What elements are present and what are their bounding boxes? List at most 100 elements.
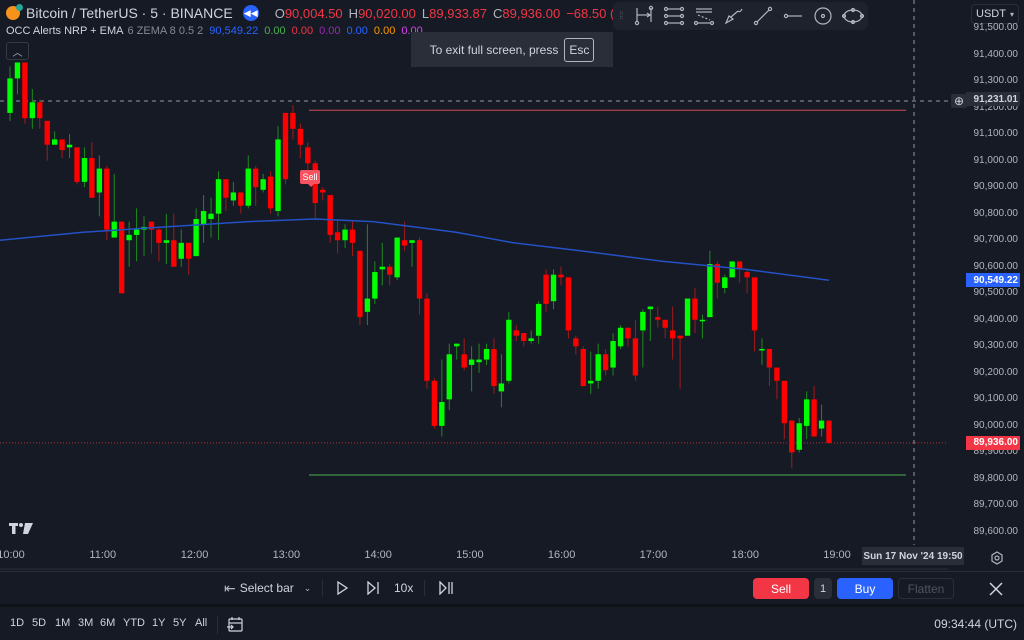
candle-body bbox=[640, 311, 646, 331]
candle-body bbox=[44, 120, 50, 145]
candle bbox=[439, 359, 445, 437]
candle bbox=[476, 343, 482, 373]
candle-body bbox=[506, 319, 512, 381]
parallel-channel-icon[interactable] bbox=[659, 4, 689, 28]
price-tick-label: 89,700.00 bbox=[973, 499, 1019, 511]
candle-body bbox=[96, 168, 103, 193]
close-replay-icon[interactable] bbox=[986, 579, 1006, 599]
candle bbox=[781, 380, 788, 440]
time-tick-label: 11:00 bbox=[89, 549, 117, 561]
tradingview-logo[interactable] bbox=[9, 523, 33, 535]
indicator-value: 0.00 bbox=[373, 25, 396, 37]
candle-body bbox=[498, 383, 505, 392]
range-button-ytd[interactable]: YTD bbox=[123, 617, 145, 629]
candle bbox=[349, 221, 356, 257]
range-button-5d[interactable]: 5D bbox=[32, 617, 46, 629]
candle-body bbox=[439, 402, 445, 426]
play-button[interactable] bbox=[336, 578, 348, 598]
candle bbox=[148, 221, 155, 254]
last-price-label: 89,936.00 bbox=[966, 435, 1020, 450]
candle bbox=[320, 187, 326, 201]
candle-body bbox=[297, 128, 304, 145]
range-button-all[interactable]: All bbox=[195, 617, 207, 629]
candle bbox=[431, 378, 438, 429]
range-button-3m[interactable]: 3M bbox=[78, 617, 93, 629]
chart-canvas[interactable] bbox=[0, 0, 1024, 570]
bitcoin-icon bbox=[6, 4, 23, 20]
candle-body bbox=[51, 139, 58, 145]
range-button-1m[interactable]: 1M bbox=[55, 617, 70, 629]
go-to-date-icon[interactable] bbox=[226, 616, 244, 634]
currency-select[interactable]: USDT ▾ bbox=[971, 4, 1019, 24]
price-tick-label: 90,800.00 bbox=[973, 207, 1019, 219]
candle-body bbox=[602, 354, 609, 371]
regression-trend-icon[interactable] bbox=[689, 4, 719, 28]
candle bbox=[357, 250, 363, 326]
candle-body bbox=[528, 338, 534, 342]
candle-body bbox=[454, 343, 460, 347]
candle-body bbox=[476, 359, 482, 363]
date-range-icon[interactable] bbox=[629, 4, 659, 28]
candle bbox=[811, 386, 817, 437]
candle-body bbox=[483, 348, 490, 360]
candle-body bbox=[699, 319, 706, 322]
candle bbox=[416, 237, 423, 315]
sell-button[interactable]: Sell bbox=[753, 578, 809, 599]
crosshair-time-label: Sun 17 Nov '24 19:50 bbox=[862, 547, 964, 565]
candle bbox=[468, 346, 475, 392]
collapse-legend-button[interactable]: ︿ bbox=[6, 42, 29, 60]
range-button-6m[interactable]: 6M bbox=[100, 617, 115, 629]
candle bbox=[528, 330, 534, 344]
symbol-legend: Bitcoin / TetherUS · 5 · BINANCE ◀◀ O 90,… bbox=[6, 4, 663, 22]
quantity-field[interactable]: 1 bbox=[814, 578, 832, 599]
range-button-1y[interactable]: 1Y bbox=[152, 617, 165, 629]
indicator-legend[interactable]: OCC Alerts NRP + EMA 6 ZEMA 8 0.5 2 90,5… bbox=[6, 24, 423, 38]
trend-line-icon[interactable] bbox=[748, 4, 778, 28]
drag-handle-icon[interactable]: ⁞⁞ bbox=[619, 11, 629, 22]
candle bbox=[372, 261, 378, 304]
candle-body bbox=[781, 380, 788, 424]
open-value: 90,004.50 bbox=[284, 5, 343, 21]
horizontal-ray-icon[interactable] bbox=[778, 4, 808, 28]
flatten-button[interactable]: Flatten bbox=[898, 578, 954, 599]
step-forward-button[interactable] bbox=[366, 578, 380, 598]
candle bbox=[446, 343, 452, 410]
candle bbox=[535, 301, 542, 344]
candle-body bbox=[379, 266, 385, 270]
candle-body bbox=[14, 62, 21, 79]
range-button-1d[interactable]: 1D bbox=[10, 617, 24, 629]
candle bbox=[133, 208, 140, 262]
price-tick-label: 90,700.00 bbox=[973, 234, 1019, 246]
candle bbox=[74, 147, 80, 185]
esc-key-hint: Esc bbox=[564, 37, 595, 62]
candle bbox=[66, 134, 73, 158]
replay-speed-button[interactable]: 10x bbox=[394, 578, 413, 598]
utc-clock[interactable]: 09:34:44 (UTC) bbox=[934, 617, 1017, 631]
add-alert-plus-icon[interactable]: ⊕ bbox=[951, 94, 967, 108]
brush-icon[interactable] bbox=[719, 4, 749, 28]
candle-body bbox=[543, 274, 549, 304]
candle bbox=[394, 237, 400, 280]
symbol-title[interactable]: Bitcoin / TetherUS · 5 · BINANCE bbox=[26, 5, 233, 21]
indicator-value: 0.00 bbox=[264, 25, 286, 37]
tradingview-chart-window: Bitcoin / TetherUS · 5 · BINANCE ◀◀ O 90,… bbox=[0, 0, 1024, 640]
settings-gear-icon[interactable] bbox=[989, 550, 1005, 566]
drawing-toolbar: ⁞⁞ bbox=[613, 2, 868, 30]
time-tick-label: 13:00 bbox=[272, 549, 301, 561]
circle-icon[interactable] bbox=[808, 4, 838, 28]
candle bbox=[342, 224, 348, 249]
jump-to-realtime-button[interactable] bbox=[439, 578, 453, 598]
ellipse-icon[interactable] bbox=[838, 4, 868, 28]
range-button-5y[interactable]: 5Y bbox=[173, 617, 186, 629]
select-bar-button[interactable]: ⇤ Select bar ⌄ bbox=[224, 578, 311, 598]
candle bbox=[290, 104, 296, 140]
price-tick-label: 90,900.00 bbox=[973, 181, 1019, 193]
buy-button[interactable]: Buy bbox=[837, 578, 893, 599]
indicator-values: 90,549.22 0.00 0.00 0.00 0.00 0.00 0.00 bbox=[203, 25, 422, 37]
candle bbox=[253, 165, 259, 206]
sell-signal-marker[interactable]: Sell bbox=[300, 170, 320, 187]
candle-body bbox=[327, 195, 333, 235]
candle bbox=[59, 139, 65, 158]
rewind-icon[interactable]: ◀◀ bbox=[242, 5, 259, 21]
time-tick-label: 19:00 bbox=[823, 549, 851, 561]
